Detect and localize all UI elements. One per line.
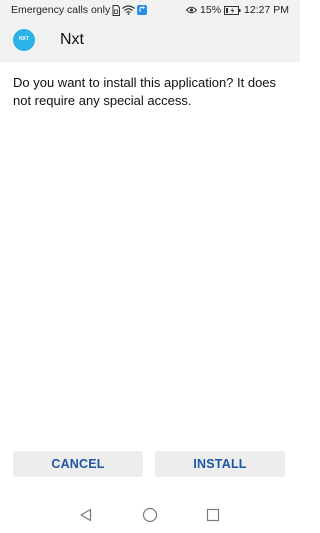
navigation-bar xyxy=(0,497,300,533)
status-time: 12:27 PM xyxy=(244,4,289,16)
app-notification-icon xyxy=(137,5,148,15)
install-message: Do you want to install this application?… xyxy=(13,75,277,108)
status-bar-left: Emergency calls only xyxy=(11,4,148,16)
back-triangle-icon[interactable] xyxy=(76,505,96,525)
home-circle-icon[interactable] xyxy=(140,505,160,525)
app-title: Nxt xyxy=(60,31,84,48)
install-button[interactable]: INSTALL xyxy=(155,451,285,477)
app-icon: NXT xyxy=(13,29,35,51)
recent-apps-square-icon[interactable] xyxy=(203,505,223,525)
status-bar: Emergency calls only 15% 12:27 PM xyxy=(0,0,300,20)
sim-card-icon xyxy=(112,4,121,16)
battery-icon xyxy=(224,5,241,15)
carrier-text: Emergency calls only xyxy=(11,4,111,16)
battery-percent: 15% xyxy=(200,4,222,16)
eye-comfort-icon xyxy=(186,6,198,14)
cancel-button[interactable]: CANCEL xyxy=(13,451,143,477)
wifi-icon xyxy=(122,5,136,15)
app-header: NXT Nxt xyxy=(0,20,300,62)
status-bar-right: 15% 12:27 PM xyxy=(186,4,289,16)
app-icon-text: NXT xyxy=(19,36,29,42)
